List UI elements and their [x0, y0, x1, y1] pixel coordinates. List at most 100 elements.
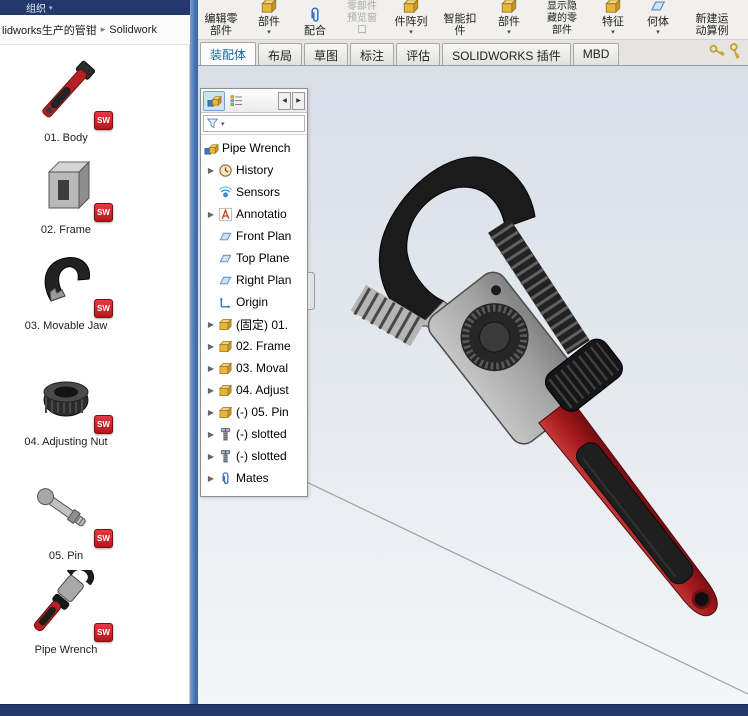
thumbnail-body-part [42, 60, 96, 118]
show-hidden-components-button[interactable]: 显示隐 藏的零 部件 [536, 0, 588, 39]
solidworks-file-badge: SW [94, 415, 113, 434]
file-item-pin[interactable]: SW 05. Pin [0, 476, 132, 563]
tab-solidworks-addins[interactable]: SOLIDWORKS 插件 [442, 43, 571, 65]
part-icon [218, 405, 233, 420]
component-pattern-button[interactable]: 件阵列 ▾ [388, 0, 434, 39]
expander-icon[interactable]: ▶ [204, 474, 218, 483]
sensors-icon [218, 185, 233, 200]
key-icon[interactable] [708, 42, 727, 61]
file-item-adjusting-nut[interactable]: SW 04. Adjusting Nut [0, 362, 132, 449]
smart-fasteners-button[interactable]: 智能扣 件 [438, 0, 482, 39]
tab-sketch[interactable]: 草图 [304, 43, 349, 65]
tree-item-pin-component[interactable]: ▶ (-) 05. Pin [201, 401, 307, 423]
tree-item-label: 04. Adjust [236, 383, 289, 397]
edit-component-button[interactable]: 编辑零 部件 [198, 0, 244, 39]
tree-item-frame-component[interactable]: ▶ 02. Frame [201, 335, 307, 357]
tree-item-sensors[interactable]: Sensors [201, 181, 307, 203]
tab-mbd[interactable]: MBD [572, 43, 620, 65]
assembly-features-button[interactable]: 特征 ▾ [592, 0, 634, 39]
tree-item-mates[interactable]: ▶ Mates [201, 467, 307, 489]
origin-icon [218, 295, 233, 310]
tree-item-history[interactable]: ▶ History [201, 159, 307, 181]
organize-menu[interactable]: 组织 [26, 0, 46, 15]
dropdown-caret-icon: ▾ [409, 29, 413, 36]
plane-icon [218, 251, 233, 266]
button-label: 件阵列 [394, 16, 428, 28]
component-cube-icon [260, 0, 278, 15]
file-item-movable-jaw[interactable]: SW 03. Movable Jaw [0, 246, 132, 333]
filter-input[interactable]: ▾ [203, 115, 305, 132]
dropdown-caret-icon: ▾ [267, 29, 271, 36]
expander-icon[interactable]: ▶ [204, 166, 218, 175]
breadcrumb-parent[interactable]: lidworks生产的管钳 [2, 22, 97, 38]
file-item-body[interactable]: SW 01. Body [0, 58, 132, 145]
panel-splitter-handle[interactable] [308, 272, 315, 311]
command-manager-tabs: 装配体 布局 草图 标注 评估 SOLIDWORKS 插件 MBD [198, 40, 748, 66]
mates-paperclip-icon [218, 471, 233, 486]
button-label: 新建运 [695, 13, 729, 25]
new-motion-study-button[interactable]: 新建运 动算例 [682, 0, 742, 39]
component-preview-window-button[interactable]: 零部件 预览窗 口 [338, 0, 386, 39]
tree-item-movable-jaw-component[interactable]: ▶ 03. Moval [201, 357, 307, 379]
filter-caret-icon[interactable]: ▾ [221, 120, 225, 128]
feature-manager-header: ◀ ▶ [201, 89, 307, 113]
breadcrumb-current[interactable]: Solidwork [109, 24, 157, 36]
expander-icon[interactable]: ▶ [204, 364, 218, 373]
panel-collapse-left-button[interactable]: ◀ [278, 91, 291, 110]
file-caption: Pipe Wrench [34, 644, 98, 656]
expander-icon[interactable]: ▶ [204, 452, 218, 461]
thumbnail-movable-jaw-part [44, 257, 91, 302]
solidworks-file-badge: SW [94, 111, 113, 130]
tab-assembly[interactable]: 装配体 [200, 42, 257, 65]
button-label: 何体 [647, 16, 669, 28]
key-icon[interactable] [724, 40, 746, 62]
mate-paperclip-icon [306, 6, 324, 24]
expander-icon[interactable]: ▶ [204, 408, 218, 417]
button-label: 部件 [258, 16, 280, 28]
tab-layout[interactable]: 布局 [258, 43, 303, 65]
tree-item-adjusting-nut-component[interactable]: ▶ 04. Adjust [201, 379, 307, 401]
expander-icon[interactable]: ▶ [204, 320, 218, 329]
tree-item-top-plane[interactable]: Top Plane [201, 247, 307, 269]
feature-tree: Pipe Wrench ▶ History Sensors ▶ Annotati… [201, 135, 307, 489]
tree-item-assembly-root[interactable]: Pipe Wrench [201, 137, 307, 159]
tree-item-slotted-screw-1[interactable]: ▶ (-) slotted [201, 423, 307, 445]
button-label: 配合 [304, 25, 326, 37]
status-bar [0, 704, 748, 716]
move-component-button[interactable]: 部件 ▾ [486, 0, 532, 39]
expander-icon[interactable]: ▶ [204, 430, 218, 439]
display-manager-icon [229, 93, 244, 108]
tree-item-origin[interactable]: Origin [201, 291, 307, 313]
file-caption: 03. Movable Jaw [24, 320, 108, 332]
window-border [190, 0, 198, 716]
tree-item-label: 02. Frame [236, 339, 291, 353]
tree-item-body-component[interactable]: ▶ (固定) 01. [201, 313, 307, 335]
grip-highlight [582, 457, 677, 578]
tree-item-label: (固定) 01. [236, 317, 289, 332]
file-item-pipe-wrench[interactable]: SW Pipe Wrench [0, 570, 132, 657]
explorer-menubar: 组织 ▾ [0, 0, 190, 15]
mate-button[interactable]: 配合 [294, 0, 336, 39]
tree-item-annotations[interactable]: ▶ Annotatio [201, 203, 307, 225]
breadcrumb-separator-icon: ▸ [100, 24, 106, 34]
expander-icon[interactable]: ▶ [204, 342, 218, 351]
filter-funnel-icon [206, 117, 219, 130]
reference-geometry-button[interactable]: 何体 ▾ [638, 0, 678, 39]
tree-item-right-plane[interactable]: Right Plan [201, 269, 307, 291]
tree-item-front-plane[interactable]: Front Plan [201, 225, 307, 247]
expander-icon[interactable]: ▶ [204, 210, 218, 219]
organize-caret-icon: ▾ [49, 4, 53, 12]
tab-evaluate[interactable]: 评估 [396, 43, 441, 65]
panel-collapse-right-button[interactable]: ▶ [292, 91, 305, 110]
tab-markup[interactable]: 标注 [350, 43, 395, 65]
insert-component-button[interactable]: 部件 ▾ [246, 0, 292, 39]
graphics-viewport[interactable]: ◀ ▶ ▾ Pipe Wrench ▶ History Sensors ▶ An… [198, 66, 748, 704]
display-manager-tab[interactable] [225, 91, 247, 111]
tree-item-slotted-screw-2[interactable]: ▶ (-) slotted [201, 445, 307, 467]
expander-icon[interactable]: ▶ [204, 386, 218, 395]
file-item-frame[interactable]: SW 02. Frame [0, 150, 132, 237]
featuremanager-tree-tab[interactable] [203, 90, 225, 111]
solidworks-file-badge: SW [94, 299, 113, 318]
file-caption: 05. Pin [48, 550, 84, 562]
file-caption: 02. Frame [40, 224, 92, 236]
